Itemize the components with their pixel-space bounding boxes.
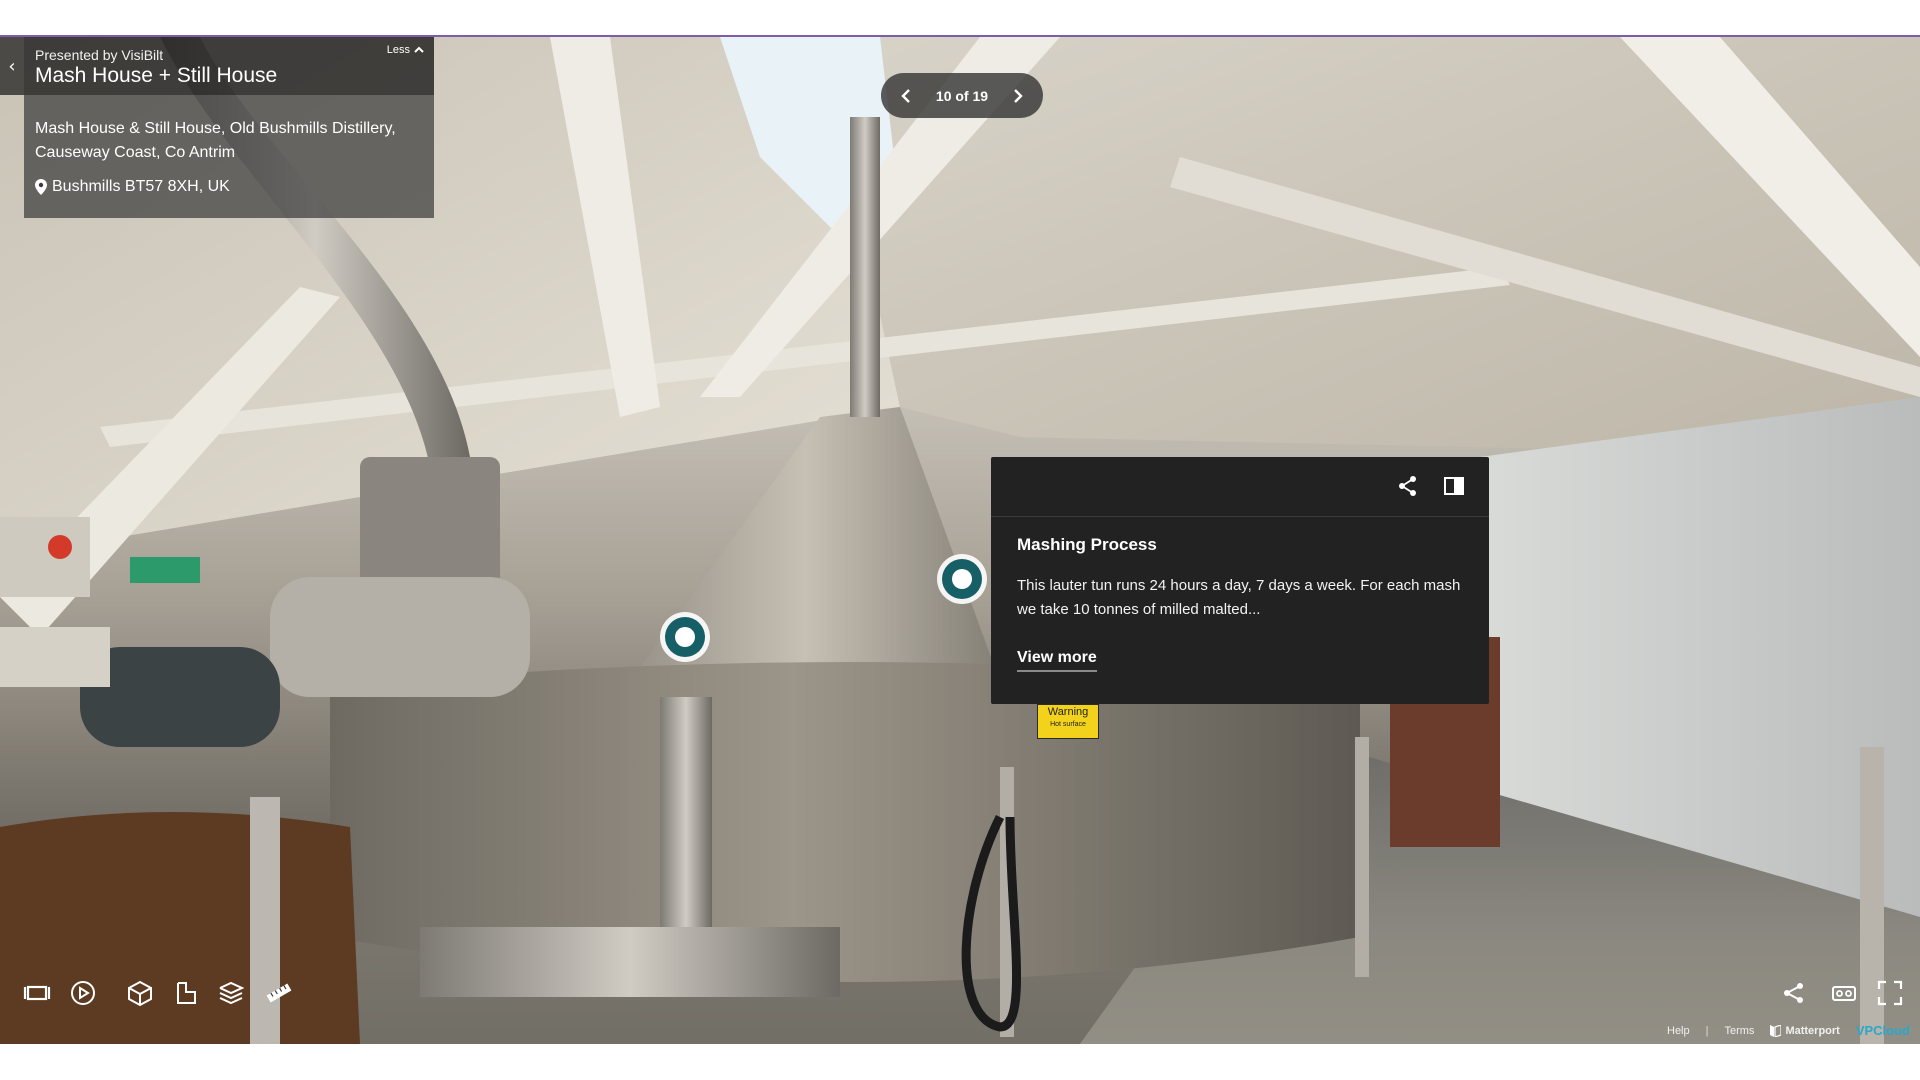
help-link[interactable]: Help (1667, 1025, 1690, 1037)
provider-logo[interactable]: VPCloud (1856, 1023, 1910, 1038)
play-tour-button[interactable] (67, 977, 99, 1009)
share-button[interactable] (1778, 977, 1810, 1009)
floor-selector-button[interactable] (215, 977, 247, 1009)
dollhouse-cube-icon (128, 980, 152, 1007)
next-highlight-button[interactable] (1005, 83, 1031, 109)
tag-share-button[interactable] (1395, 473, 1421, 499)
location-text: Bushmills BT57 8XH, UK (52, 178, 230, 195)
tour-description: Mash House & Still House, Old Bushmills … (35, 120, 396, 161)
fullscreen-icon (1877, 980, 1903, 1006)
highlight-count: 10 of 19 (935, 87, 989, 104)
matterport-icon (1770, 1024, 1782, 1037)
matterport-logo[interactable]: Matterport (1770, 1024, 1840, 1037)
vr-mode-button[interactable] (1828, 977, 1860, 1009)
sidebar-panel-icon (1444, 477, 1464, 495)
tag-popup-toolbar (991, 457, 1489, 517)
mattertag-marker[interactable] (660, 612, 710, 662)
floor-plan-icon (177, 982, 196, 1004)
tour-location: Bushmills BT57 8XH, UK (35, 178, 230, 196)
floor-plan-button[interactable] (170, 977, 202, 1009)
tag-title: Mashing Process (1017, 535, 1157, 554)
warning-sign-subtitle: Hot surface (1050, 721, 1086, 728)
mattertag-marker-active[interactable] (937, 554, 987, 604)
previous-highlight-button[interactable] (893, 83, 919, 109)
vr-headset-icon (1832, 986, 1856, 1001)
footer-links: Help | Terms Matterport VPCloud (1667, 1023, 1910, 1038)
warning-sign-title: Warning (1047, 706, 1089, 718)
chevron-right-icon (1014, 88, 1023, 103)
tag-marker-ring (942, 559, 982, 599)
view-more-link[interactable]: View more (1017, 649, 1097, 672)
presented-by: Presented by VisiBilt (35, 47, 164, 63)
highlight-reel-button[interactable] (21, 977, 53, 1009)
share-icon (1399, 476, 1416, 496)
info-panel-header: Presented by VisiBilt Mash House + Still… (24, 37, 434, 95)
chevron-left-icon (901, 88, 910, 103)
tag-dock-sidebar-button[interactable] (1441, 473, 1467, 499)
map-pin-icon (35, 179, 47, 195)
info-panel: Presented by VisiBilt Mash House + Still… (24, 37, 434, 218)
film-strip-icon (23, 985, 51, 1001)
fullscreen-button[interactable] (1874, 977, 1906, 1009)
play-icon (71, 981, 95, 1005)
less-label: Less (386, 44, 410, 56)
chevron-up-icon (414, 46, 424, 53)
tag-marker-dot (952, 569, 972, 589)
warning-sign: Warning Hot surface (1037, 704, 1099, 739)
less-toggle[interactable]: Less (387, 44, 424, 56)
mattertag-popup: Mashing Process This lauter tun runs 24 … (991, 457, 1489, 704)
layers-icon (219, 981, 245, 1005)
tag-description: This lauter tun runs 24 hours a day, 7 d… (1017, 577, 1461, 618)
footer-separator: | (1705, 1024, 1709, 1037)
ruler-icon (266, 983, 292, 1003)
tag-marker-ring (665, 617, 705, 657)
matterport-label: Matterport (1785, 1024, 1840, 1037)
share-icon (1784, 983, 1803, 1003)
collapse-panel-button[interactable]: ‹ (0, 37, 24, 95)
chevron-left-icon: ‹ (8, 55, 16, 77)
page: Warning Hot surface ‹ Presented by VisiB… (0, 0, 1920, 1080)
highlight-reel-nav: 10 of 19 (881, 73, 1043, 118)
tag-marker-dot (675, 627, 695, 647)
dollhouse-view-button[interactable] (124, 977, 156, 1009)
measure-button[interactable] (263, 977, 295, 1009)
tour-title: Mash House + Still House (35, 64, 278, 87)
3d-tour-viewer[interactable]: Warning Hot surface ‹ Presented by VisiB… (0, 37, 1920, 1044)
terms-link[interactable]: Terms (1724, 1025, 1754, 1037)
info-panel-body: Mash House & Still House, Old Bushmills … (24, 95, 434, 218)
